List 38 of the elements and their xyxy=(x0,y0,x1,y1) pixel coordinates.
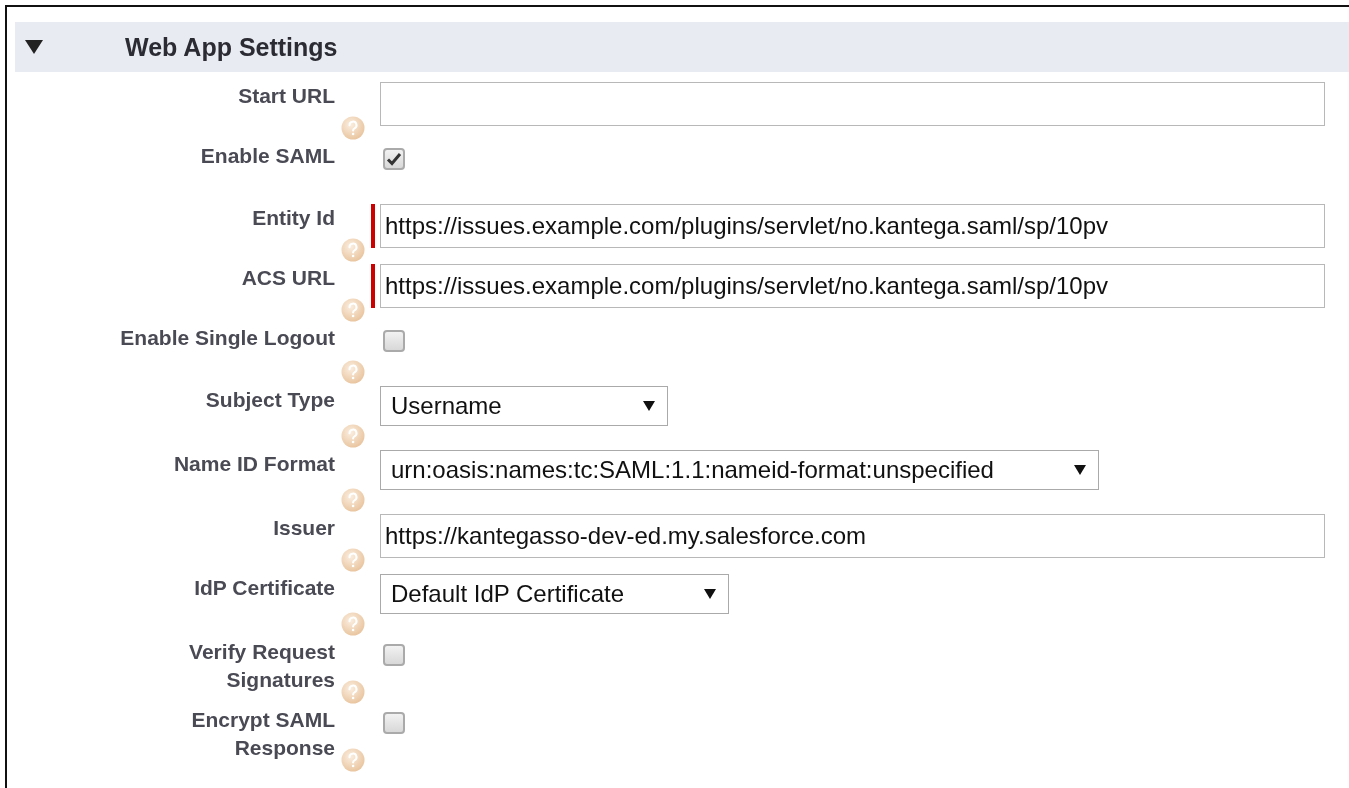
field-label: ACS URL xyxy=(241,265,335,291)
help-icon[interactable] xyxy=(341,612,365,636)
help-icon[interactable] xyxy=(341,238,365,262)
field-label: Enable SAML xyxy=(200,143,335,169)
text-field[interactable] xyxy=(380,82,1325,126)
caret-icon xyxy=(643,401,655,411)
field-label: Subject Type xyxy=(205,387,335,413)
field-label: Issuer xyxy=(273,515,335,541)
help-icon[interactable] xyxy=(341,298,365,322)
checkbox[interactable] xyxy=(383,330,405,352)
checkbox[interactable] xyxy=(383,644,405,666)
field-label: Enable Single Logout xyxy=(120,325,335,351)
checkbox[interactable] xyxy=(383,148,405,170)
text-field[interactable]: https://issues.example.com/plugins/servlet/no.kantega.saml/sp/10pv xyxy=(380,204,1325,248)
field-label: Encrypt SAML Response xyxy=(190,707,335,761)
section-header[interactable]: Web App Settings xyxy=(15,22,1349,72)
checkbox[interactable] xyxy=(383,712,405,734)
text-field[interactable]: https://issues.example.com/plugins/servlet/no.kantega.saml/sp/10pv xyxy=(380,264,1325,308)
help-icon[interactable] xyxy=(341,488,365,512)
field-label: Start URL xyxy=(238,83,335,109)
help-icon[interactable] xyxy=(341,748,365,772)
field-label: Entity Id xyxy=(252,205,335,231)
dropdown[interactable]: Default IdP Certificate xyxy=(380,574,729,614)
help-icon[interactable] xyxy=(341,360,365,384)
dropdown[interactable]: Username xyxy=(380,386,668,426)
field-label: IdP Certificate xyxy=(194,575,335,601)
collapse-icon[interactable] xyxy=(25,40,43,54)
help-icon[interactable] xyxy=(341,680,365,704)
dropdown[interactable]: urn:oasis:names:tc:SAML:1.1:nameid-format:unspecified xyxy=(380,450,1099,490)
text-field[interactable]: https://kantegasso-dev-ed.my.salesforce.com xyxy=(380,514,1325,558)
caret-icon xyxy=(1073,465,1086,475)
help-icon[interactable] xyxy=(341,424,365,448)
field-label: Verify Request Signatures xyxy=(188,639,335,693)
help-icon[interactable] xyxy=(341,116,365,140)
section-title: Web App Settings xyxy=(125,32,338,62)
field-label: Name ID Format xyxy=(173,451,335,477)
help-icon[interactable] xyxy=(341,548,365,572)
caret-icon xyxy=(704,589,716,599)
